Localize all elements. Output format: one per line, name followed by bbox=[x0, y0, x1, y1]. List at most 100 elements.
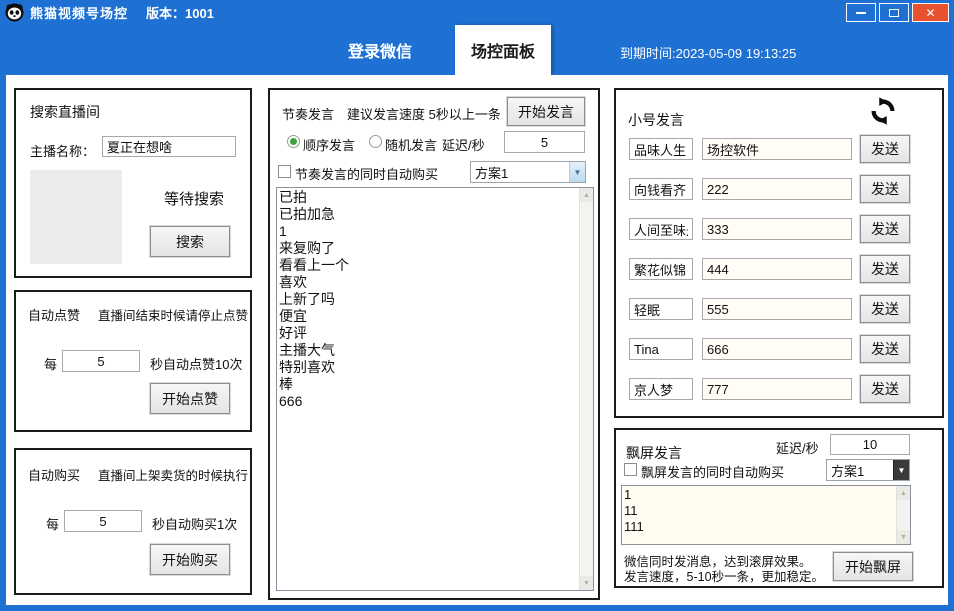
float-delay-input[interactable] bbox=[830, 434, 910, 455]
every-label: 每 bbox=[46, 517, 60, 532]
delay-label: 延迟/秒 bbox=[776, 441, 819, 456]
start-float-button[interactable]: 开始飘屏 bbox=[832, 551, 914, 582]
like-suffix-label: 秒自动点赞10次 bbox=[150, 357, 243, 372]
alt-account-name-input[interactable] bbox=[629, 378, 693, 400]
scroll-down-icon[interactable]: ▼ bbox=[897, 530, 910, 544]
random-radio[interactable] bbox=[369, 135, 382, 148]
alt-account-name-input[interactable] bbox=[629, 178, 693, 200]
send-button[interactable]: 发送 bbox=[859, 294, 911, 324]
search-status-label: 等待搜索 bbox=[164, 191, 225, 208]
alt-account-row: 发送 bbox=[616, 294, 942, 324]
close-icon: ✕ bbox=[925, 5, 936, 20]
anchor-name-input[interactable] bbox=[102, 136, 236, 157]
app-window: 熊猫视频号场控 版本：1001 ✕ 登录微信 场控面板 到期时间:2023-05… bbox=[0, 0, 954, 611]
scroll-up-icon[interactable]: ▲ bbox=[897, 486, 910, 500]
alt-account-name-input[interactable] bbox=[629, 258, 693, 280]
alt-account-message-input[interactable] bbox=[702, 258, 852, 280]
panel-title: 自动点赞 bbox=[28, 308, 81, 323]
anchor-name-label: 主播名称： bbox=[30, 144, 96, 159]
alt-account-message-input[interactable] bbox=[702, 178, 852, 200]
alt-account-name-input[interactable] bbox=[629, 338, 693, 360]
search-live-room-panel: 搜索直播间 主播名称： 等待搜索 搜索 bbox=[14, 88, 252, 278]
maximize-button[interactable] bbox=[879, 3, 909, 22]
sequential-radio[interactable] bbox=[287, 135, 300, 148]
float-plan-select[interactable]: 方案1 ▼ bbox=[826, 459, 910, 481]
alt-account-name-input[interactable] bbox=[629, 138, 693, 160]
alt-account-row: 发送 bbox=[616, 254, 942, 284]
rhythm-speech-panel: 节奏发言 建议发言速度 5秒以上一条 开始发言 顺序发言 随机发言 延迟/秒 节… bbox=[268, 88, 600, 600]
send-button[interactable]: 发送 bbox=[859, 374, 911, 404]
every-label: 每 bbox=[44, 357, 58, 372]
sequential-radio-label: 顺序发言 bbox=[303, 138, 356, 153]
panel-title: 自动购买 bbox=[28, 468, 81, 483]
search-button[interactable]: 搜索 bbox=[149, 225, 231, 258]
minimize-button[interactable] bbox=[846, 3, 876, 22]
alt-account-row: 发送 bbox=[616, 214, 942, 244]
send-button[interactable]: 发送 bbox=[859, 254, 911, 284]
scroll-down-icon[interactable]: ▼ bbox=[580, 576, 593, 590]
expire-time-label: 到期时间:2023-05-09 19:13:25 bbox=[620, 46, 797, 61]
float-message-box: 1 11 111 ▲ ▼ bbox=[621, 485, 911, 545]
plan-select-value: 方案1 bbox=[475, 165, 509, 181]
start-buy-button[interactable]: 开始购买 bbox=[149, 543, 231, 576]
tab-login-wechat[interactable]: 登录微信 bbox=[315, 25, 445, 75]
auto-buy-while-speaking-checkbox[interactable] bbox=[278, 165, 291, 178]
plan-select[interactable]: 方案1 ▼ bbox=[470, 161, 586, 183]
delay-label: 延迟/秒 bbox=[442, 138, 485, 153]
close-button[interactable]: ✕ bbox=[912, 3, 949, 22]
tab-bar: 登录微信 场控面板 到期时间:2023-05-09 19:13:25 bbox=[0, 25, 954, 75]
alt-account-message-input[interactable] bbox=[702, 338, 852, 360]
alt-account-panel: 小号发言 发送 发送 发送 bbox=[614, 88, 944, 418]
send-button[interactable]: 发送 bbox=[859, 134, 911, 164]
auto-buy-while-speaking-label: 节奏发言的同时自动购买 bbox=[295, 167, 439, 182]
like-interval-input[interactable] bbox=[62, 350, 140, 372]
panel-title: 飘屏发言 bbox=[626, 445, 682, 461]
random-radio-label: 随机发言 bbox=[385, 138, 438, 153]
panel-title: 小号发言 bbox=[628, 112, 684, 128]
speech-list-scrollbar[interactable]: ▲ ▼ bbox=[579, 188, 593, 590]
alt-account-message-input[interactable] bbox=[702, 378, 852, 400]
buy-interval-input[interactable] bbox=[64, 510, 142, 532]
panda-app-icon bbox=[5, 3, 24, 22]
alt-account-row: 发送 bbox=[616, 174, 942, 204]
buy-suffix-label: 秒自动购买1次 bbox=[152, 517, 238, 532]
tab-control-panel[interactable]: 场控面板 bbox=[455, 25, 551, 75]
panel-title: 搜索直播间 bbox=[30, 104, 100, 120]
auto-buy-while-floating-label: 飘屏发言的同时自动购买 bbox=[641, 465, 785, 480]
send-button[interactable]: 发送 bbox=[859, 334, 911, 364]
float-note-line2: 发言速度，5-10秒一条，更加稳定。 bbox=[624, 570, 825, 584]
alt-account-name-input[interactable] bbox=[629, 298, 693, 320]
maximize-icon bbox=[889, 8, 899, 17]
start-speech-button[interactable]: 开始发言 bbox=[506, 96, 586, 127]
refresh-icon[interactable] bbox=[868, 96, 898, 126]
start-like-button[interactable]: 开始点赞 bbox=[149, 382, 231, 415]
title-bar: 熊猫视频号场控 版本：1001 ✕ bbox=[0, 0, 954, 25]
auto-like-hint: 直播间结束时候请停止点赞 bbox=[98, 309, 249, 323]
chevron-down-icon: ▼ bbox=[893, 460, 909, 480]
float-plan-select-value: 方案1 bbox=[831, 463, 865, 479]
alt-account-name-input[interactable] bbox=[629, 218, 693, 240]
alt-account-message-input[interactable] bbox=[702, 138, 852, 160]
alt-account-message-input[interactable] bbox=[702, 218, 852, 240]
auto-buy-panel: 自动购买 直播间上架卖货的时候执行 每 秒自动购买1次 开始购买 bbox=[14, 448, 252, 595]
float-message-textarea[interactable]: 1 11 111 bbox=[622, 486, 896, 544]
send-button[interactable]: 发送 bbox=[859, 174, 911, 204]
window-title: 熊猫视频号场控 bbox=[30, 6, 129, 21]
rhythm-hint: 建议发言速度 5秒以上一条 bbox=[347, 107, 501, 122]
float-screen-panel: 延迟/秒 飘屏发言 飘屏发言的同时自动购买 方案1 ▼ 1 11 111 ▲ ▼… bbox=[614, 428, 944, 588]
auto-like-panel: 自动点赞 直播间结束时候请停止点赞 每 秒自动点赞10次 开始点赞 bbox=[14, 290, 252, 432]
float-message-scrollbar[interactable]: ▲ ▼ bbox=[896, 486, 910, 544]
minimize-icon bbox=[856, 11, 866, 14]
live-room-thumbnail bbox=[30, 170, 122, 264]
auto-buy-while-floating-checkbox[interactable] bbox=[624, 463, 637, 476]
version-label: 版本：1001 bbox=[146, 6, 214, 21]
speech-delay-input[interactable] bbox=[504, 131, 585, 153]
speech-list-textarea[interactable]: 已拍 已拍加急 1 来复购了 看看上一个 喜欢 上新了吗 便宜 好评 主播大气 … bbox=[277, 188, 579, 590]
scroll-up-icon[interactable]: ▲ bbox=[580, 188, 593, 202]
alt-account-message-input[interactable] bbox=[702, 298, 852, 320]
auto-buy-hint: 直播间上架卖货的时候执行 bbox=[98, 469, 249, 483]
chevron-down-icon: ▼ bbox=[569, 162, 585, 182]
main-content: 搜索直播间 主播名称： 等待搜索 搜索 自动点赞 直播间结束时候请停止点赞 每 … bbox=[6, 75, 948, 605]
alt-account-row: 发送 bbox=[616, 334, 942, 364]
send-button[interactable]: 发送 bbox=[859, 214, 911, 244]
